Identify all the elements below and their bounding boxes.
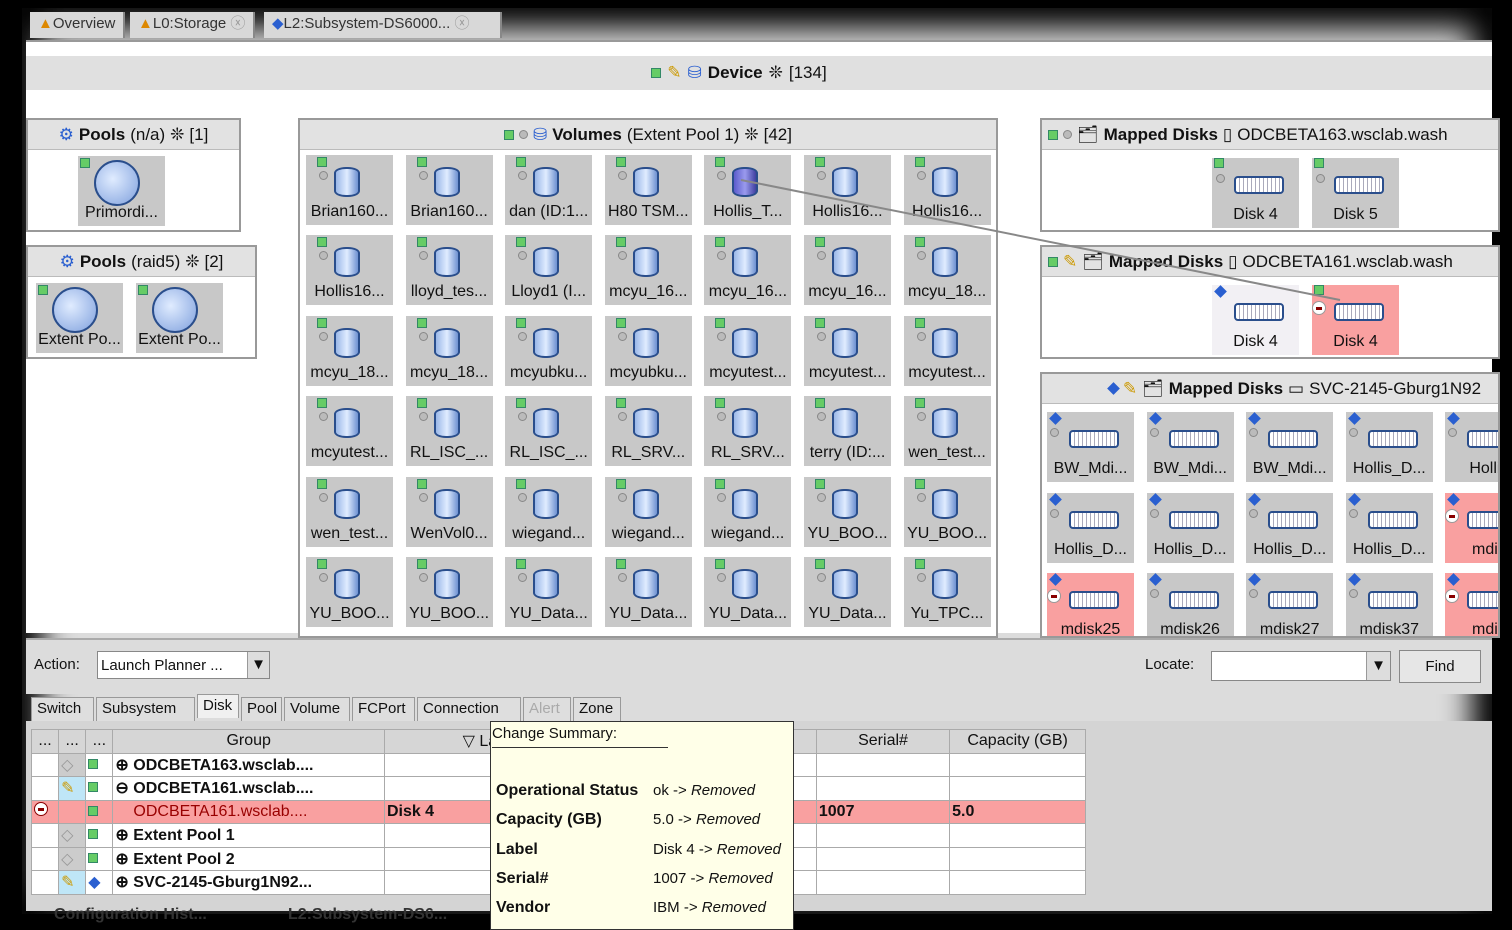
group-text: ODCBETA161.wsclab.... [133, 802, 308, 820]
expand-icon[interactable]: ⊕ [115, 851, 133, 868]
serial-cell [815, 870, 951, 895]
tooltip-change: 1007 -> Removed [653, 869, 773, 887]
from-value: ok [653, 782, 669, 799]
column-header[interactable]: Serial# [815, 729, 951, 754]
tooltip-change: IBM -> Removed [653, 899, 766, 917]
from-value: Disk 4 [653, 840, 695, 858]
capacity-cell [949, 846, 1086, 871]
action-label: Action: [34, 656, 80, 673]
capacity-cell [949, 776, 1086, 801]
serial-cell [815, 846, 951, 871]
change-icon: ◇ [58, 846, 87, 871]
expand-icon[interactable]: ⊕ [115, 827, 133, 844]
tab-alert[interactable]: Alert [523, 697, 571, 721]
change-icon: ◇ [58, 752, 87, 777]
chevron-down-icon: ▼ [1366, 652, 1390, 680]
tab-zone[interactable]: Zone [573, 697, 621, 721]
from-value: 1007 [653, 869, 687, 887]
to-value: Removed [716, 840, 781, 858]
status-icon [30, 870, 60, 895]
group-text: SVC-2145-Gburg1N92... [133, 874, 313, 892]
chevron-down-icon: ▼ [247, 652, 269, 678]
change-icon: ✎ [58, 776, 87, 801]
status-ok-icon [85, 799, 114, 824]
column-header[interactable]: ... [30, 729, 60, 754]
capacity-cell [949, 752, 1086, 777]
status-icon [30, 846, 60, 871]
group-cell: ODCBETA161.wsclab.... [112, 799, 385, 824]
status-ok-icon: ◆ [85, 870, 114, 895]
group-text: ODCBETA161.wsclab.... [133, 780, 314, 798]
locate-label: Locate: [1145, 656, 1195, 673]
group-cell: ⊕ Extent Pool 2 [112, 846, 385, 871]
status-icon [30, 752, 60, 777]
to-value: Removed [701, 899, 766, 917]
tab-disk[interactable]: Disk [197, 694, 239, 718]
group-text: Extent Pool 2 [133, 850, 235, 868]
group-cell: ⊕ Extent Pool 1 [112, 823, 385, 848]
collapse-icon[interactable]: ⊖ [115, 780, 133, 797]
group-cell: ⊕ SVC-2145-Gburg1N92... [112, 870, 385, 895]
tooltip-change: 5.0 -> Removed [653, 811, 761, 829]
taskbar-l2-subsystem[interactable]: L2:Subsystem-DS6... [258, 902, 478, 930]
capacity-cell: 5.0 [949, 799, 1086, 824]
tab-switch[interactable]: Switch [31, 697, 94, 721]
taskbar-configuration-history[interactable]: Configuration Hist... [30, 902, 250, 930]
to-value: Removed [708, 869, 773, 887]
tooltip-field: Label [496, 840, 538, 858]
group-text: Extent Pool 1 [133, 827, 235, 845]
change-summary-tooltip: Change Summary: Operational Status ok -> … [490, 721, 794, 930]
column-header[interactable]: ... [85, 729, 114, 754]
from-value: 5.0 [653, 811, 674, 829]
serial-cell [815, 823, 951, 848]
tooltip-field: Serial# [496, 869, 549, 887]
group-text: ODCBETA163.wsclab.... [133, 756, 314, 774]
tab-fcport[interactable]: FCPort [352, 697, 415, 721]
removed-icon [30, 799, 60, 824]
column-header[interactable]: ... [58, 729, 87, 754]
to-value: Removed [690, 782, 756, 799]
tooltip-change: ok -> Removed [653, 782, 756, 799]
tab-pool[interactable]: Pool [241, 697, 282, 721]
tab-connection[interactable]: Connection [417, 697, 521, 721]
expand-icon[interactable]: ⊕ [115, 874, 133, 891]
tooltip-field: Capacity (GB) [496, 811, 602, 829]
from-value: IBM [653, 899, 680, 917]
expand-icon[interactable]: ⊕ [115, 757, 133, 774]
serial-cell [815, 752, 951, 777]
serial-cell: 1007 [815, 799, 951, 824]
tab-volume[interactable]: Volume [284, 697, 350, 721]
status-icon [30, 776, 60, 801]
change-icon: ◇ [58, 823, 87, 848]
group-cell: ⊕ ODCBETA163.wsclab.... [112, 752, 385, 777]
action-dropdown[interactable]: Launch Planner ... ▼ [97, 651, 270, 679]
change-icon: ✎ [58, 870, 87, 895]
locate-dropdown[interactable]: ▼ [1211, 651, 1391, 681]
status-icon [30, 823, 60, 848]
status-ok-icon [85, 823, 114, 848]
capacity-cell [949, 870, 1086, 895]
tooltip-field: Operational Status [496, 782, 639, 799]
status-ok-icon [85, 846, 114, 871]
column-header[interactable]: Capacity (GB) [949, 729, 1086, 754]
find-button[interactable]: Find [1399, 650, 1481, 683]
tooltip-field: Vendor [496, 899, 551, 917]
capacity-cell [949, 823, 1086, 848]
status-ok-icon [85, 752, 114, 777]
connection-line [740, 179, 1341, 301]
status-ok-icon [85, 776, 114, 801]
to-value: Removed [695, 811, 761, 829]
serial-cell [815, 776, 951, 801]
column-header[interactable]: Group [112, 729, 385, 754]
group-cell: ⊖ ODCBETA161.wsclab.... [112, 776, 385, 801]
tab-subsystem[interactable]: Subsystem [96, 697, 195, 721]
tooltip-change: Disk 4 -> Removed [653, 840, 781, 858]
change-icon [58, 799, 87, 824]
